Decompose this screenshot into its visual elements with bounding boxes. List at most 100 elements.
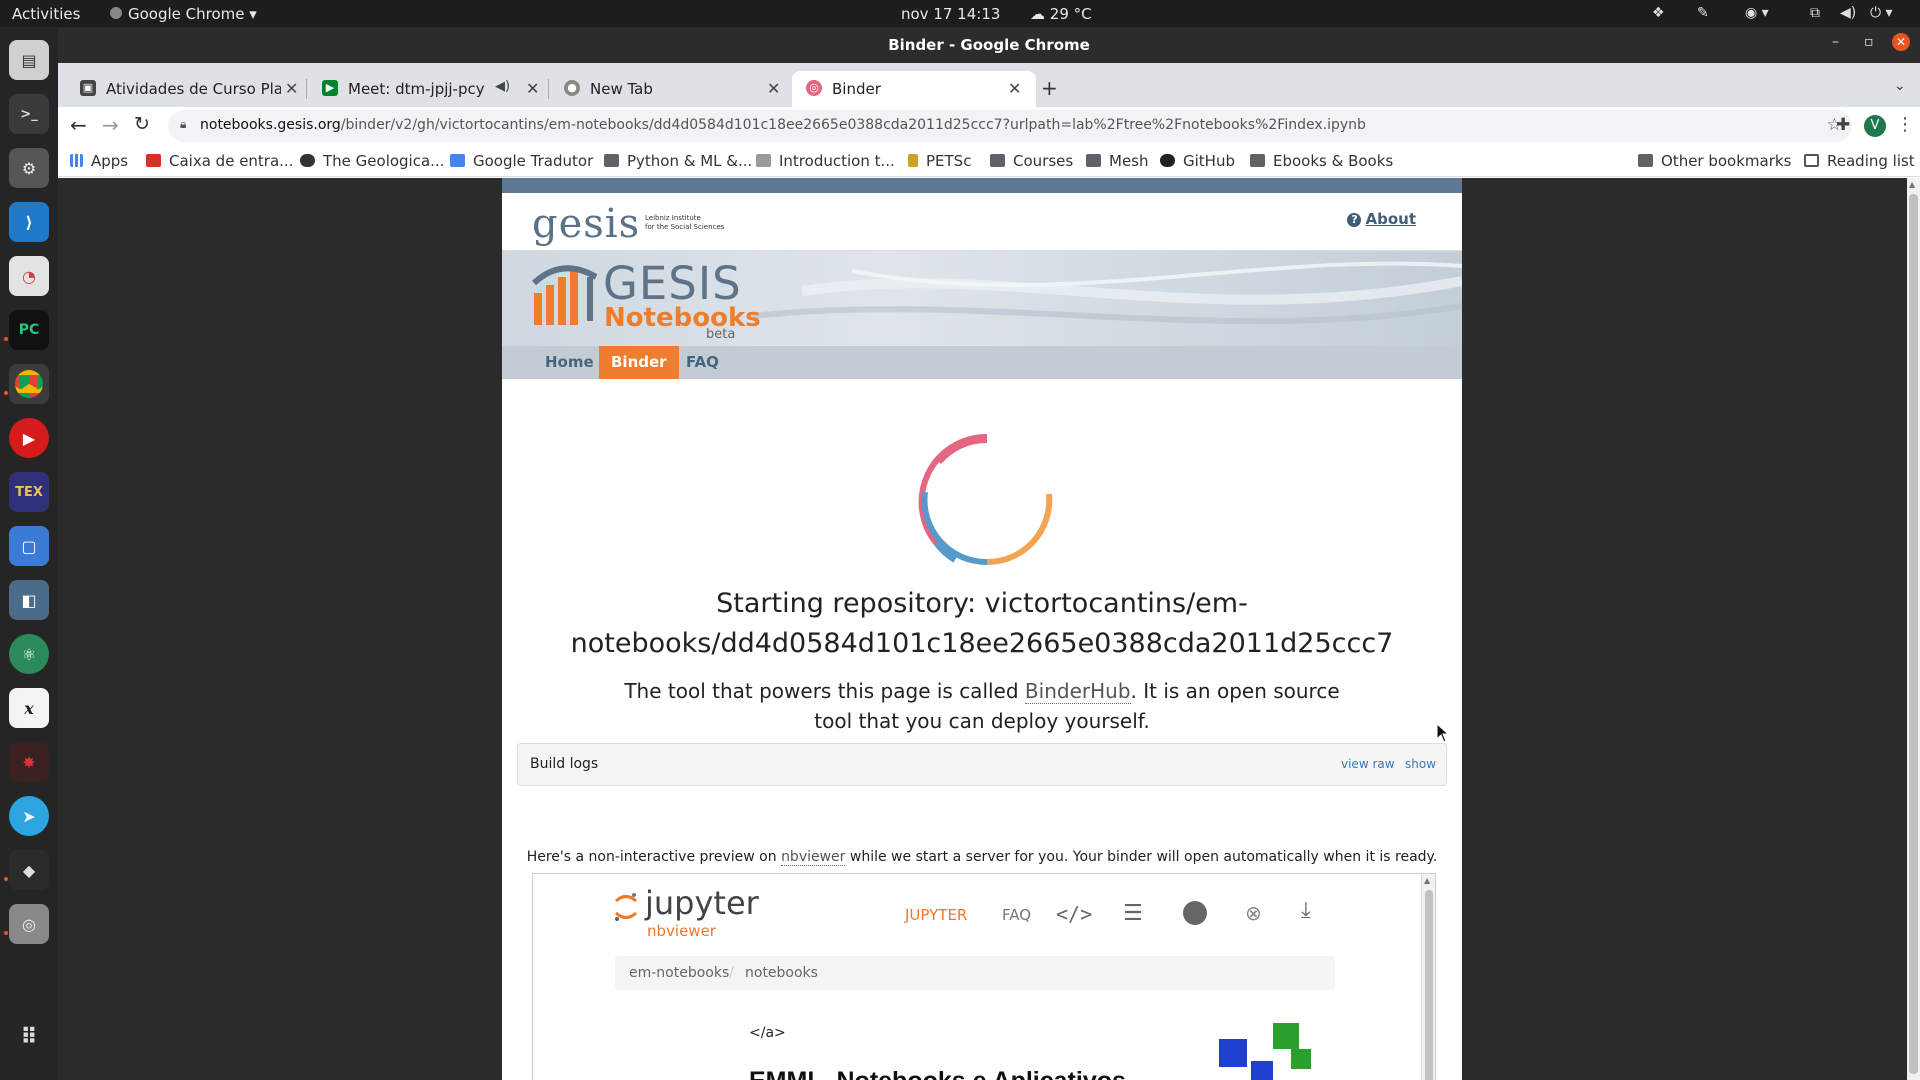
binderhub-link[interactable]: BinderHub: [1024, 679, 1131, 704]
bookmark-petsc[interactable]: PETSc: [908, 152, 971, 170]
bookmark-translate[interactable]: Google Tradutor: [450, 152, 593, 170]
nbviewer-preview-frame[interactable]: jupyter nbviewer JUPYTER FAQ </> ☰ ⊗ ⤓ e…: [532, 873, 1436, 1080]
tab-meet[interactable]: ▶ Meet: dtm-jpjj-pcy ◀) ✕: [308, 71, 548, 107]
reload-icon[interactable]: ↻: [134, 113, 150, 135]
network-icon[interactable]: ⧉: [1810, 5, 1820, 21]
show-apps-icon[interactable]: ⠿: [9, 1017, 49, 1057]
scrollbar-thumb[interactable]: [1425, 890, 1433, 1080]
clock[interactable]: nov 17 14:13: [901, 5, 1000, 23]
nav-binder[interactable]: Binder: [599, 346, 679, 379]
lock-icon[interactable]: 🔒︎: [180, 117, 186, 132]
build-logs-title: Build logs: [530, 756, 599, 772]
activities-button[interactable]: Activities: [12, 5, 80, 23]
texmaker-icon[interactable]: TEX: [9, 472, 49, 512]
back-icon[interactable]: ←: [70, 113, 87, 137]
github-icon[interactable]: [1183, 901, 1207, 925]
youtube-music-icon[interactable]: ▶: [9, 418, 49, 458]
power-icon[interactable]: ⏻ ▾: [1870, 5, 1893, 21]
binder-icon[interactable]: ⊗: [1245, 901, 1262, 925]
bookmark-courses[interactable]: Courses: [990, 152, 1073, 170]
status-menu-icon[interactable]: ◉ ▾: [1745, 5, 1769, 21]
pen-icon[interactable]: ✎: [1697, 5, 1709, 21]
view-raw-link[interactable]: view raw: [1341, 757, 1395, 771]
bookmark-gmail[interactable]: Caixa de entra...: [146, 152, 293, 170]
tab-search-icon[interactable]: ⌄: [1894, 78, 1906, 94]
xournal-icon[interactable]: x: [9, 688, 49, 728]
disk-icon[interactable]: ◎: [9, 904, 49, 944]
chrome-app-icon: [110, 7, 122, 19]
bookmark-ebooks[interactable]: Ebooks & Books: [1250, 152, 1393, 170]
bookmark-apps[interactable]: Apps: [70, 152, 128, 170]
weather-indicator[interactable]: ☁ 29 °C: [1030, 5, 1092, 23]
telegram-icon[interactable]: ➤: [9, 796, 49, 836]
bookmark-github[interactable]: GitHub: [1160, 152, 1235, 170]
scroll-up-icon[interactable]: ▲: [1424, 876, 1430, 885]
other-bookmarks[interactable]: Other bookmarks: [1638, 152, 1791, 170]
apps-icon: [70, 154, 83, 167]
tab-new-tab[interactable]: ● New Tab ✕: [550, 71, 790, 107]
bookmark-python-ml[interactable]: Python & ML &...: [604, 152, 752, 170]
dropbox-icon[interactable]: ❖: [1652, 5, 1665, 21]
close-tab-icon[interactable]: ✕: [526, 79, 539, 98]
about-link[interactable]: ? About: [1347, 210, 1416, 228]
scroll-up-icon[interactable]: ▲: [1909, 180, 1915, 189]
show-logs-link[interactable]: show: [1405, 757, 1436, 771]
maximize-icon[interactable]: ▫: [1864, 34, 1874, 50]
download-icon[interactable]: ⤓: [1301, 898, 1311, 923]
loading-spinner-icon: [918, 433, 1053, 566]
volume-icon[interactable]: ◀): [1840, 5, 1856, 21]
settings-icon[interactable]: ⚙: [9, 148, 49, 188]
running-indicator: [4, 931, 8, 935]
breadcrumb-em-notebooks[interactable]: em-notebooks: [629, 965, 729, 981]
page-scrollbar-thumb[interactable]: [1909, 194, 1918, 1074]
new-tab-button[interactable]: +: [1041, 76, 1058, 100]
terminal-icon[interactable]: >_: [9, 94, 49, 134]
page-scrollbar[interactable]: ▲: [1907, 178, 1920, 1080]
nbviewer-nav-faq[interactable]: FAQ: [1002, 906, 1031, 924]
profile-avatar[interactable]: V: [1864, 115, 1886, 137]
chrome-icon[interactable]: [9, 364, 49, 404]
nbviewer-link[interactable]: nbviewer: [781, 849, 846, 866]
close-tab-icon[interactable]: ✕: [1008, 79, 1021, 98]
chrome-menu-icon[interactable]: ⋮: [1896, 114, 1914, 135]
tab-classroom[interactable]: ▣ Atividades de Curso Planej ✕: [66, 71, 306, 107]
minimize-icon[interactable]: –: [1832, 34, 1839, 50]
nav-home[interactable]: Home: [533, 346, 606, 379]
mute-tab-icon[interactable]: ◀): [495, 79, 510, 94]
bookmark-mesh[interactable]: Mesh: [1086, 152, 1149, 170]
app-menu[interactable]: Google Chrome ▾: [110, 5, 257, 23]
screenshot-icon[interactable]: ▢: [9, 526, 49, 566]
jupyter-logo-text[interactable]: jupyter: [645, 884, 759, 922]
remote-desktop-icon[interactable]: ◧: [9, 580, 49, 620]
tab-label: Binder: [832, 80, 881, 98]
forward-icon[interactable]: →: [102, 113, 119, 137]
nbviewer-nav-jupyter[interactable]: JUPYTER: [905, 906, 967, 924]
extensions-icon[interactable]: ✚: [1836, 115, 1850, 135]
breadcrumb-notebooks[interactable]: notebooks: [745, 965, 818, 981]
tab-binder[interactable]: ◎ Binder ✕: [792, 71, 1036, 107]
address-bar[interactable]: 🔒︎ notebooks.gesis.org/binder/v2/gh/vict…: [168, 110, 1852, 142]
server-icon[interactable]: ☰: [1123, 901, 1143, 926]
vscode-icon[interactable]: ⟩: [9, 202, 49, 242]
mathematica-icon[interactable]: ✸: [9, 742, 49, 782]
files-icon[interactable]: ▤: [9, 40, 49, 80]
inkscape-icon[interactable]: ◆: [9, 850, 49, 890]
pycharm-icon[interactable]: PC: [9, 310, 49, 350]
gesis-logo[interactable]: gesis: [532, 201, 640, 247]
jupyter-logo-icon: [614, 893, 638, 921]
document-viewer-icon[interactable]: ◔: [9, 256, 49, 296]
build-logs-panel: Build logs view raw show: [517, 743, 1447, 786]
reading-list[interactable]: Reading list: [1804, 152, 1915, 170]
code-icon[interactable]: </>: [1056, 902, 1092, 926]
nav-faq[interactable]: FAQ: [674, 346, 731, 379]
bookmark-geological[interactable]: The Geologica...: [300, 152, 444, 170]
folder-icon: [1250, 154, 1265, 167]
close-tab-icon[interactable]: ✕: [285, 79, 298, 98]
folder-icon: [1638, 154, 1653, 167]
bookmark-introduction[interactable]: Introduction t...: [756, 152, 895, 170]
close-tab-icon[interactable]: ✕: [767, 79, 780, 98]
atom-icon[interactable]: ⚛: [9, 634, 49, 674]
frame-scrollbar[interactable]: ▲: [1421, 874, 1435, 1080]
preview-notice: Here's a non-interactive preview on nbvi…: [502, 849, 1462, 866]
close-window-icon[interactable]: ✕: [1892, 33, 1910, 51]
